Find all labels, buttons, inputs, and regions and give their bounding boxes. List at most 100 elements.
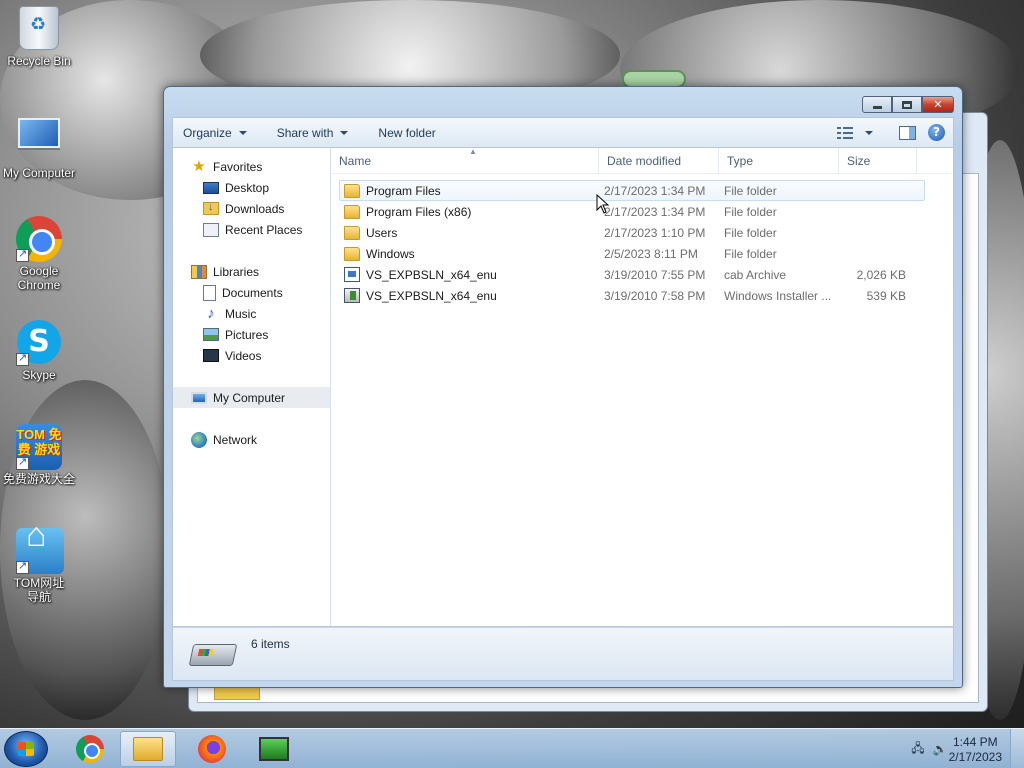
nav-favorites[interactable]: ★ Favorites	[173, 156, 330, 177]
documents-icon	[203, 284, 216, 301]
file-name: VS_EXPBSLN_x64_enu	[366, 288, 497, 303]
file-row[interactable]: VS_EXPBSLN_x64_enu 3/19/2010 7:55 PM cab…	[339, 264, 925, 285]
desktop-icon	[203, 182, 219, 194]
close-icon: ✕	[933, 98, 943, 111]
desktop-icon-recycle-bin[interactable]: Recycle Bin	[0, 6, 78, 68]
desktop-icon-google-chrome[interactable]: Google Chrome	[0, 216, 78, 292]
app-icon	[259, 737, 289, 761]
nav-music[interactable]: ♪ Music	[173, 303, 330, 324]
file-row[interactable]: Users 2/17/2023 1:10 PM File folder	[339, 222, 925, 243]
file-row[interactable]: Windows 2/5/2023 8:11 PM File folder	[339, 243, 925, 264]
desktop-icon-free-games[interactable]: TOM 免费 游戏 免费游戏大全	[0, 424, 78, 486]
nav-network[interactable]: Network	[173, 429, 330, 450]
column-header-size[interactable]: Size	[839, 148, 917, 174]
desktop-icon-label: TOM网址导航	[13, 576, 65, 604]
nav-my-computer[interactable]: My Computer	[173, 387, 330, 408]
installer-icon	[344, 288, 360, 303]
clock-time: 1:44 PM	[952, 735, 998, 749]
nav-documents[interactable]: Documents	[173, 282, 330, 303]
nav-videos[interactable]: Videos	[173, 345, 330, 366]
maximize-button[interactable]	[892, 96, 922, 113]
taskbar-firefox[interactable]	[184, 731, 240, 767]
nav-label: Libraries	[213, 264, 260, 279]
folder-icon	[344, 246, 360, 261]
title-bar[interactable]: ✕	[164, 87, 962, 117]
chevron-down-icon	[238, 130, 247, 135]
recycle-bin-icon	[16, 6, 62, 52]
volume-icon[interactable]: 🔊	[932, 741, 948, 757]
file-name: Windows	[366, 246, 415, 261]
maximize-icon	[902, 100, 912, 109]
nav-downloads[interactable]: Downloads	[173, 198, 330, 219]
organize-label: Organize	[183, 125, 232, 140]
change-view-button[interactable]	[837, 126, 873, 139]
nav-label: My Computer	[213, 390, 286, 405]
nav-pictures[interactable]: Pictures	[173, 324, 330, 345]
file-row[interactable]: Program Files (x86) 2/17/2023 1:34 PM Fi…	[339, 201, 925, 222]
file-date: 3/19/2010 7:55 PM	[604, 267, 706, 282]
nav-recent-places[interactable]: Recent Places	[173, 219, 330, 240]
file-type: File folder	[724, 246, 777, 261]
shortcut-arrow-icon	[16, 351, 29, 366]
preview-pane-button[interactable]	[899, 125, 916, 140]
videos-icon	[203, 349, 219, 362]
file-name: VS_EXPBSLN_x64_enu	[366, 267, 497, 282]
desktop-icon-skype[interactable]: S Skype	[0, 320, 78, 382]
music-icon: ♪	[207, 304, 215, 322]
file-row[interactable]: VS_EXPBSLN_x64_enu 3/19/2010 7:58 PM Win…	[339, 285, 925, 306]
file-name: Users	[366, 225, 398, 240]
clock[interactable]: 1:44 PM 2/17/2023	[949, 735, 1002, 765]
desktop-icon-label: Google Chrome	[17, 264, 61, 292]
pictures-icon	[203, 328, 219, 341]
system-tray: 🖧 🔊	[910, 741, 948, 757]
desktop-icon-my-computer[interactable]: My Computer	[0, 112, 78, 180]
help-button[interactable]: ?	[928, 124, 945, 141]
navigation-pane: ★ Favorites Desktop Downloads Recent Plac…	[173, 148, 331, 626]
column-header-date-modified[interactable]: Date modified	[599, 148, 719, 174]
nav-label: Videos	[225, 348, 262, 363]
drive-icon	[188, 644, 238, 666]
nav-label: Music	[225, 306, 257, 321]
desktop-icon-tom-nav[interactable]: TOM网址导航	[0, 528, 78, 604]
nav-label: Recent Places	[225, 222, 303, 237]
organize-button[interactable]: Organize	[173, 122, 257, 144]
file-type: File folder	[724, 204, 777, 219]
file-date: 2/5/2023 8:11 PM	[604, 246, 698, 261]
taskbar-windows-explorer[interactable]	[120, 731, 176, 767]
close-button[interactable]: ✕	[922, 96, 954, 113]
shortcut-arrow-icon	[16, 455, 29, 470]
chevron-down-icon	[865, 130, 873, 135]
taskbar-app[interactable]	[246, 731, 302, 767]
file-list: Name ▲ Date modified Type Size Program Fi…	[331, 148, 953, 626]
libraries-icon	[191, 264, 207, 279]
nav-libraries[interactable]: Libraries	[173, 261, 330, 282]
nav-label: Network	[213, 432, 258, 447]
folder-icon	[344, 204, 360, 219]
chevron-down-icon	[340, 130, 349, 135]
file-date: 2/17/2023 1:10 PM	[604, 225, 706, 240]
nav-desktop[interactable]: Desktop	[173, 177, 330, 198]
minimize-button[interactable]	[862, 96, 892, 113]
file-type: Windows Installer ...	[724, 288, 832, 303]
nav-label: Desktop	[225, 180, 270, 195]
network-tray-icon[interactable]: 🖧	[910, 741, 926, 757]
taskbar-chrome[interactable]	[62, 731, 118, 767]
recent-places-icon	[203, 222, 219, 237]
column-header-type[interactable]: Type	[719, 148, 839, 174]
column-header-name[interactable]: Name ▲	[331, 148, 599, 174]
folder-icon	[344, 225, 360, 240]
explorer-window: ✕ Organize Share with New folder ? ★ Favo…	[163, 86, 963, 688]
desktop-icon-label: My Computer	[2, 166, 76, 180]
firefox-icon	[198, 735, 226, 763]
file-date: 2/17/2023 1:34 PM	[604, 204, 706, 219]
start-button[interactable]	[4, 731, 48, 767]
show-desktop-button[interactable]	[1010, 729, 1024, 768]
new-folder-button[interactable]: New folder	[368, 122, 445, 144]
computer-icon	[16, 118, 62, 164]
file-row[interactable]: Program Files 2/17/2023 1:34 PM File fol…	[339, 180, 925, 201]
share-with-button[interactable]: Share with	[267, 122, 359, 144]
chrome-icon	[16, 216, 62, 262]
file-name: Program Files (x86)	[366, 204, 472, 219]
desktop-icon-label: Recycle Bin	[7, 54, 71, 68]
tom-nav-icon	[16, 528, 64, 574]
